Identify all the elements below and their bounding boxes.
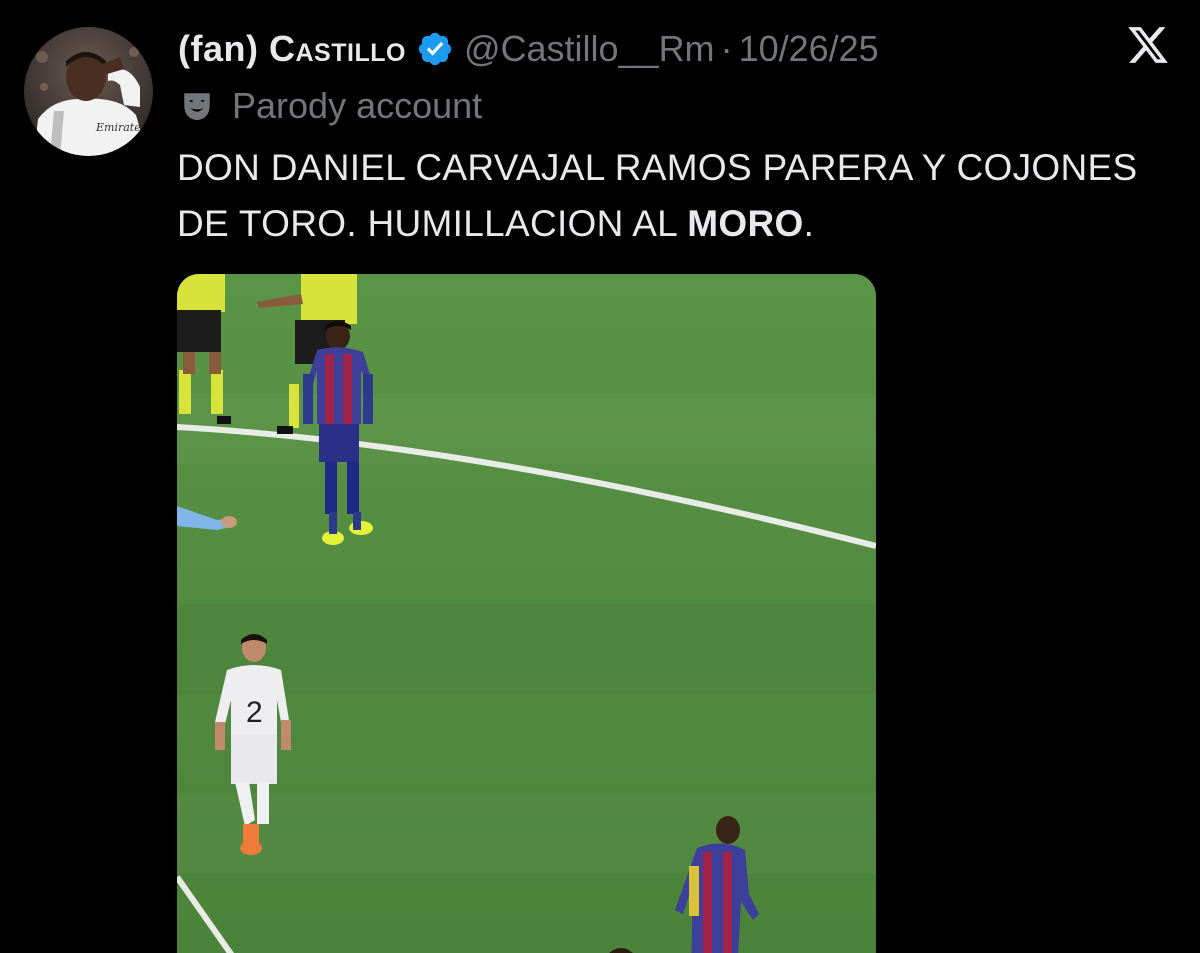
tweet-text-plain: DON DANIEL CARVAJAL RAMOS PARERA Y COJON… — [177, 147, 1138, 244]
tweet-date[interactable]: 10/26/25 — [739, 28, 879, 70]
tweet-header: (fan) Castillo @Castillo__Rm · 10/26/25 — [178, 26, 879, 72]
verified-badge-icon — [416, 30, 454, 68]
display-name[interactable]: (fan) Castillo — [178, 28, 406, 70]
header-separator: · — [720, 28, 733, 69]
theater-mask-icon — [180, 89, 214, 123]
shirt-number: 2 — [246, 696, 263, 729]
display-name-prefix: (fan) — [178, 28, 259, 69]
tweet-text: DON DANIEL CARVAJAL RAMOS PARERA Y COJON… — [177, 140, 1157, 252]
user-handle[interactable]: @Castillo__Rm — [464, 28, 715, 70]
tweet-card[interactable]: Emirates (fan) Castillo @Castillo__Rm · … — [0, 0, 1200, 953]
parody-label-text: Parody account — [232, 85, 483, 126]
tweet-text-bold: MORO — [687, 203, 804, 244]
parody-label: Parody account — [180, 84, 482, 128]
svg-text:Emirates: Emirates — [95, 121, 147, 134]
x-logo-icon[interactable] — [1126, 23, 1170, 67]
profile-avatar[interactable]: Emirates — [24, 27, 153, 156]
tweet-text-end: . — [803, 203, 815, 244]
display-name-main: Castillo — [269, 28, 406, 69]
tweet-media-video[interactable]: 2 — [177, 274, 876, 953]
